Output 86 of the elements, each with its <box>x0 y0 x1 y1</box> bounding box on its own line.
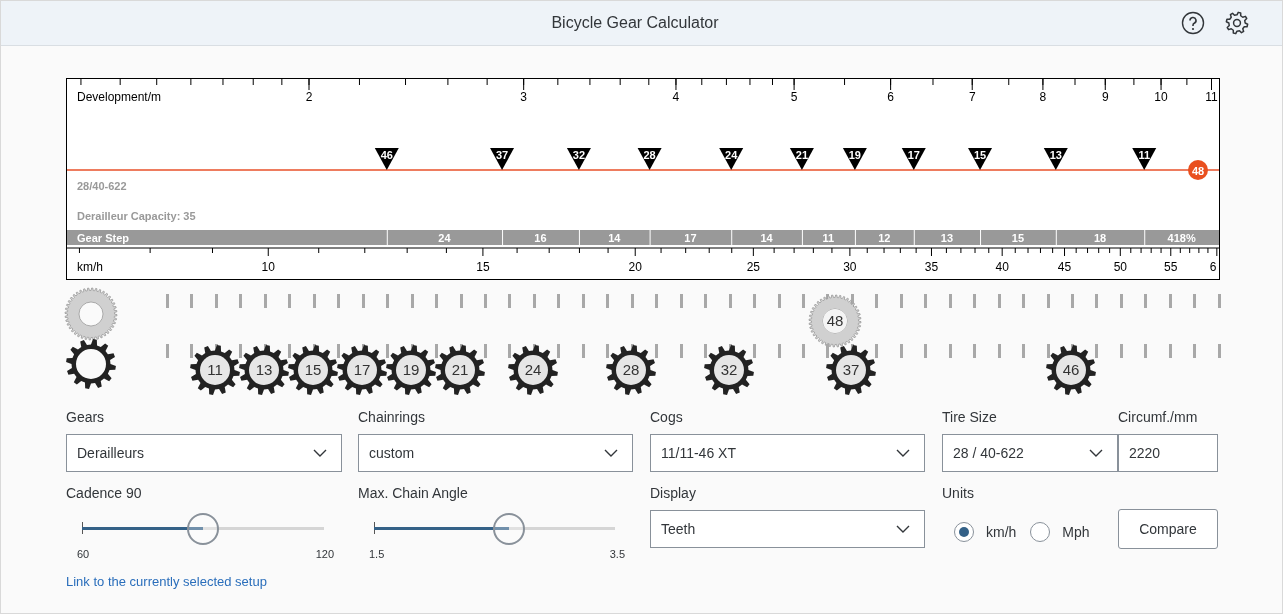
field-label: Display <box>650 485 697 501</box>
cog-gear[interactable]: 46 <box>1043 342 1099 398</box>
chevron-down-icon <box>896 448 910 458</box>
tick-label: 7 <box>968 90 976 104</box>
field-label: Gears <box>66 409 106 425</box>
chainring-gear[interactable]: 48 <box>806 293 863 349</box>
input-field[interactable]: 2220 <box>1118 434 1218 472</box>
slider-handle[interactable] <box>187 513 219 545</box>
chevron-down-icon <box>1089 448 1103 458</box>
tick-label: 50 <box>1113 260 1127 274</box>
select-field[interactable]: 11/11-46 XT <box>650 434 925 472</box>
slider-label: Max. Chain Angle <box>358 485 469 501</box>
chevron-down-icon <box>313 448 327 458</box>
tick-label: 11 <box>1205 90 1218 104</box>
cog-marker: 37 <box>490 148 515 170</box>
tick-label: 40 <box>995 260 1009 274</box>
tick-label: 6 <box>887 90 894 104</box>
setup-link[interactable]: Link to the currently selected setup <box>66 574 267 589</box>
select-field[interactable]: custom <box>358 434 633 472</box>
gear-step-cell: 14 <box>732 230 802 245</box>
chevron-down-icon <box>604 448 618 458</box>
gear-step-cell: 13 <box>914 230 981 245</box>
tick-label: 4 <box>672 90 680 104</box>
chainring-badge: 48 <box>1188 160 1208 180</box>
gear-step-cell: 14 <box>579 230 650 245</box>
select-field[interactable]: Teeth <box>650 510 925 548</box>
cog-marker: 24 <box>719 148 744 170</box>
cog-marker: 15 <box>968 148 993 170</box>
cog-marker: 21 <box>789 148 814 170</box>
chevron-down-icon <box>896 524 910 534</box>
tick-label: 25 <box>746 260 761 274</box>
capacity-note: Derailleur Capacity: 35 <box>77 210 196 222</box>
tick-label: 3 <box>520 90 527 104</box>
select-field[interactable]: Derailleurs <box>66 434 342 472</box>
tire-note: 28/40-622 <box>77 180 127 192</box>
tick-label: 35 <box>924 260 939 274</box>
gear-step-cell: 16 <box>503 230 579 245</box>
radio-option[interactable]: km/h <box>954 522 1017 542</box>
gear-step-cell: 17 <box>650 230 732 245</box>
cog-marker: 19 <box>842 148 867 170</box>
slider-min: 1.5 <box>369 548 385 560</box>
slider-max: 120 <box>315 548 334 560</box>
radio-option[interactable]: Mph <box>1030 522 1090 542</box>
cog-marker: 28 <box>637 148 662 170</box>
gear-step-cell: 18 <box>1056 230 1145 245</box>
tick-label: 55 <box>1164 260 1178 274</box>
cog-marker: 17 <box>901 148 926 170</box>
select-field[interactable]: 28 / 40-622 <box>942 434 1118 472</box>
gear-step-cell: 24 <box>387 230 503 245</box>
compare-button[interactable]: Compare <box>1118 509 1218 549</box>
tick-label: 8 <box>1039 90 1047 104</box>
cog-marker: 32 <box>566 148 591 170</box>
cog-icon <box>63 336 119 392</box>
field-label: Circumf./mm <box>1118 409 1199 425</box>
cog-marker: 13 <box>1043 148 1068 170</box>
tick-label: 2 <box>305 90 313 104</box>
tick-label: 30 <box>843 260 857 274</box>
field-label: Tire Size <box>942 409 998 425</box>
tick-label: 10 <box>261 260 275 274</box>
tick-label: 10 <box>1154 90 1168 104</box>
help-icon[interactable] <box>1181 11 1205 35</box>
tick-label: 20 <box>628 260 642 274</box>
chainring-icon <box>63 286 119 342</box>
slider-max: 3.5 <box>609 548 625 560</box>
field-label: Chainrings <box>358 409 426 425</box>
gear-step-cell: 12 <box>855 230 914 245</box>
slider-label: Cadence 90 <box>66 485 143 501</box>
field-label: Units <box>942 485 975 501</box>
slider-handle[interactable] <box>492 513 525 545</box>
gear-step-cell: 11 <box>802 230 855 245</box>
slider-min: 60 <box>77 548 90 560</box>
settings-icon[interactable] <box>1225 11 1249 35</box>
axis-label: km/h <box>77 260 103 274</box>
gear-step-cell: 15 <box>981 230 1056 245</box>
axis-label: Development/m <box>77 90 162 104</box>
gear-step-label: Gear Step <box>77 231 129 244</box>
gear-step-cell: 418% <box>1145 230 1219 245</box>
app-title: Bicycle Gear Calculator <box>551 14 719 32</box>
cog-marker: 11 <box>1132 148 1157 170</box>
tick-label: 9 <box>1101 90 1109 104</box>
tick-label: 6 <box>1209 260 1217 274</box>
tick-label: 15 <box>476 260 490 274</box>
tick-label: 45 <box>1057 260 1072 274</box>
tick-label: 5 <box>790 90 798 104</box>
field-label: Cogs <box>650 409 684 425</box>
cog-marker: 46 <box>374 148 399 170</box>
